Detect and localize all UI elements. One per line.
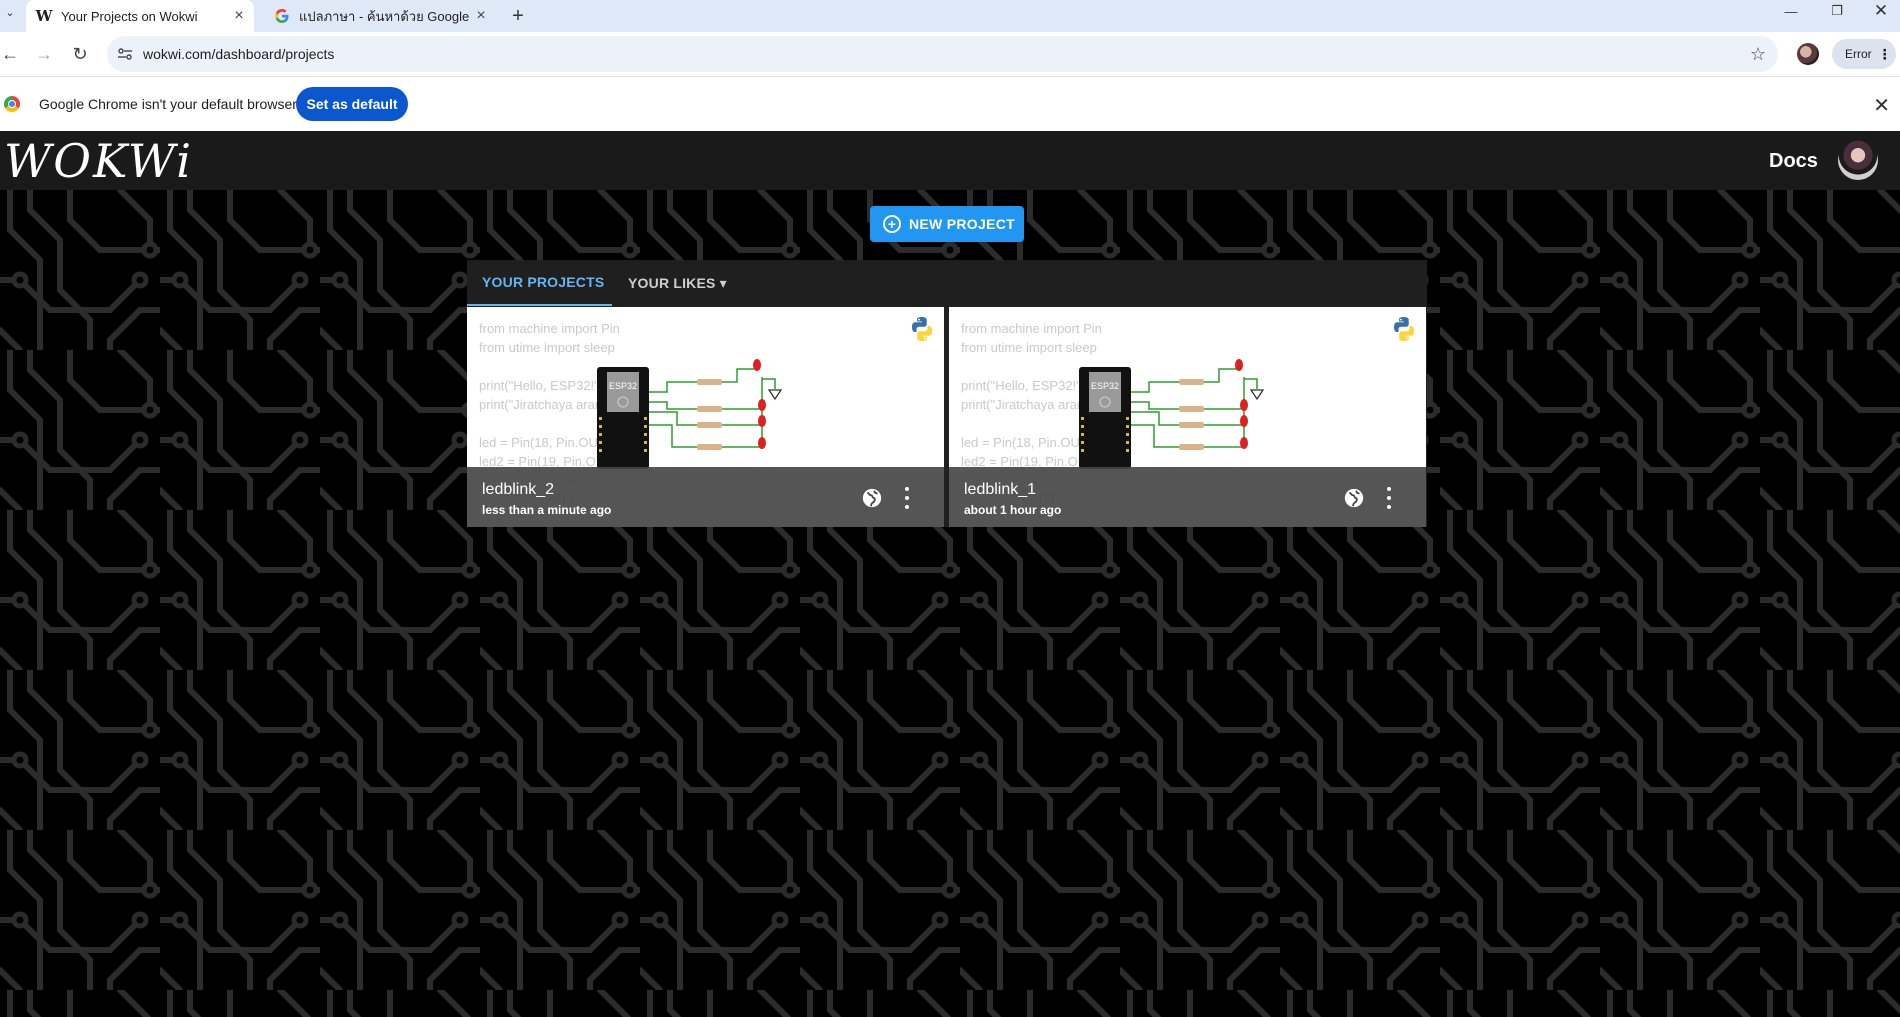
close-tab-icon[interactable]: ×	[470, 5, 492, 27]
project-card-footer: ledblink_1 about 1 hour ago	[949, 467, 1426, 527]
minimize-window-icon[interactable]: —	[1768, 0, 1814, 22]
new-project-label: NEW PROJECT	[909, 216, 1015, 232]
infobar-message: Google Chrome isn't your default browser	[39, 96, 297, 112]
site-info-tune-icon[interactable]	[117, 46, 133, 62]
globe-public-icon[interactable]	[861, 487, 883, 509]
profile-error-chip[interactable]: Error ⋮	[1832, 39, 1896, 69]
project-name[interactable]: ledblink_2	[482, 481, 554, 499]
tab-title: Your Projects on Wokwi	[61, 8, 198, 24]
wokwi-logo[interactable]: WOKWi	[4, 134, 193, 188]
project-card[interactable]: from machine import Pin from utime impor…	[949, 307, 1426, 527]
reload-icon[interactable]: ↻	[66, 40, 94, 68]
chrome-menu-icon[interactable]: ⋮	[1878, 46, 1892, 63]
wokwi-favicon-icon: W	[35, 7, 53, 25]
project-card-footer: ledblink_2 less than a minute ago	[467, 467, 944, 527]
python-icon	[912, 317, 932, 341]
project-updated-time: about 1 hour ago	[964, 503, 1062, 517]
close-infobar-icon[interactable]: ✕	[1873, 93, 1890, 118]
chrome-profile-avatar[interactable]	[1797, 43, 1819, 65]
bookmark-star-icon[interactable]: ☆	[1750, 44, 1766, 65]
esp32-chip-label: ESP32	[609, 381, 637, 391]
new-project-button[interactable]: + NEW PROJECT	[870, 206, 1024, 242]
project-updated-time: less than a minute ago	[482, 503, 612, 517]
circuit-diagram-thumbnail: ESP32	[1079, 359, 1265, 469]
close-tab-icon[interactable]: ×	[228, 5, 250, 27]
project-card[interactable]: from machine import Pin from utime impor…	[467, 307, 944, 527]
default-browser-infobar: Google Chrome isn't your default browser…	[0, 76, 1900, 131]
new-tab-plus-icon[interactable]: +	[506, 4, 530, 28]
more-options-icon[interactable]	[903, 487, 911, 509]
browser-tab-strip: ⌄ W Your Projects on Wokwi × แปลภาษา - ค…	[0, 0, 1900, 32]
restore-window-icon[interactable]: ❐	[1814, 0, 1860, 22]
user-avatar[interactable]	[1838, 140, 1878, 180]
browser-tab-google-translate[interactable]: แปลภาษา - ค้นหาด้วย Google ×	[264, 0, 496, 32]
close-window-icon[interactable]: ✕	[1858, 0, 1900, 22]
wokwi-header: WOKWi Docs	[0, 131, 1900, 190]
tab-your-likes[interactable]: YOUR LIKES ▾	[628, 260, 727, 306]
python-icon	[1394, 317, 1414, 341]
browser-tab-wokwi[interactable]: W Your Projects on Wokwi ×	[26, 0, 254, 32]
tab-search-chevron-icon[interactable]: ⌄	[0, 0, 20, 24]
tab-title: แปลภาษา - ค้นหาด้วย Google	[299, 8, 470, 24]
address-bar[interactable]: wokwi.com/dashboard/projects ☆	[107, 36, 1778, 72]
projects-panel: YOUR PROJECTS YOUR LIKES ▾ from machine …	[467, 260, 1427, 527]
tab-your-projects[interactable]: YOUR PROJECTS	[467, 260, 612, 306]
globe-public-icon[interactable]	[1343, 487, 1365, 509]
url-text[interactable]: wokwi.com/dashboard/projects	[143, 46, 334, 62]
project-name[interactable]: ledblink_1	[964, 481, 1036, 499]
chrome-logo-icon	[4, 96, 20, 112]
docs-link[interactable]: Docs	[1769, 150, 1818, 173]
error-label: Error	[1845, 47, 1872, 61]
forward-arrow-icon[interactable]: →	[30, 40, 58, 68]
back-arrow-icon[interactable]: ←	[0, 40, 24, 68]
more-options-icon[interactable]	[1385, 487, 1393, 509]
esp32-chip-label: ESP32	[1091, 381, 1119, 391]
circuit-diagram-thumbnail: ESP32	[597, 359, 783, 469]
set-as-default-button[interactable]: Set as default	[296, 87, 408, 121]
google-favicon-icon	[274, 8, 290, 24]
browser-toolbar: ← → ↻ wokwi.com/dashboard/projects ☆ Err…	[0, 32, 1900, 76]
add-circle-icon: +	[883, 215, 901, 233]
project-tabs: YOUR PROJECTS YOUR LIKES ▾	[467, 260, 1427, 306]
